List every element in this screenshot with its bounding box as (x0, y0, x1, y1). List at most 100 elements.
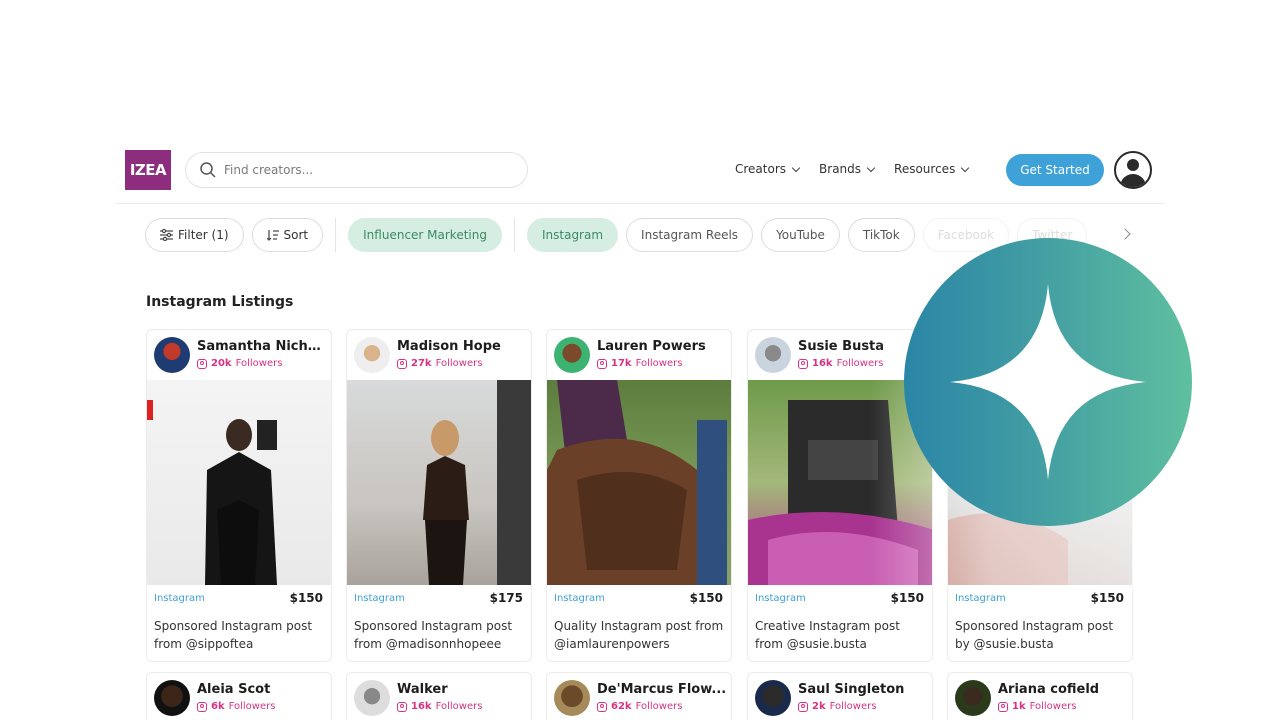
creator-name: Aleia Scot (197, 682, 271, 697)
follower-value: 16k (812, 358, 833, 369)
follower-value: 62k (611, 701, 632, 712)
nav-resources[interactable]: Resources (894, 162, 970, 176)
listing-description: Sponsored Instagram post from @sippoftea (147, 613, 331, 661)
follower-value: 20k (211, 358, 232, 369)
card-meta: Instagram $175 (347, 585, 531, 613)
follower-count: 20k Followers (197, 358, 282, 369)
listing-card[interactable]: Ariana cofield 1k Followers (947, 672, 1133, 720)
desc-line-1: Creative Instagram post (755, 619, 900, 633)
chip-youtube[interactable]: YouTube (761, 218, 840, 252)
top-navigation-bar: IZEA Creators Brands Resources Get Start… (115, 140, 1165, 204)
listing-image (147, 380, 331, 585)
follower-count: 16k Followers (397, 701, 482, 712)
follower-suffix: Followers (435, 358, 483, 369)
avatar (154, 680, 190, 716)
card-header: De'Marcus Flow... 62k Followers (547, 673, 731, 720)
search-input[interactable] (224, 163, 504, 177)
sort-icon (266, 230, 279, 241)
user-avatar-icon[interactable] (1114, 151, 1152, 189)
sort-button[interactable]: Sort (251, 218, 324, 252)
chevron-down-icon (961, 163, 970, 172)
follower-value: 16k (411, 701, 432, 712)
price: $150 (1090, 591, 1124, 605)
filter-button[interactable]: Filter (1) (145, 218, 244, 252)
listing-card[interactable]: Saul Singleton 2k Followers (747, 672, 933, 720)
card-meta: Instagram $150 (147, 585, 331, 613)
listing-card[interactable]: Lauren Powers 17k Followers Instagram $15… (546, 329, 732, 662)
nav-brands[interactable]: Brands (819, 162, 876, 176)
listing-description: Sponsored Instagram post from @madisonnho… (347, 613, 531, 661)
listing-card[interactable]: Aleia Scot 6k Followers (146, 672, 332, 720)
listing-description: Quality Instagram post from @iamlaurenpow… (547, 613, 731, 661)
platform-label: Instagram (955, 593, 1006, 604)
instagram-icon (197, 358, 207, 369)
avatar (354, 337, 390, 373)
desc-line-1: Sponsored Instagram post (354, 619, 513, 633)
desc-line-1: Sponsored Instagram post (154, 619, 313, 633)
instagram-icon (197, 701, 207, 712)
section-title: Instagram Listings (146, 294, 294, 310)
creator-name: Lauren Powers (597, 339, 706, 354)
listing-card[interactable]: De'Marcus Flow... 62k Followers (546, 672, 732, 720)
filter-icon (160, 229, 173, 241)
instagram-icon (597, 358, 607, 369)
creator-name: Walker (397, 682, 448, 697)
creator-name: Madison Hope (397, 339, 501, 354)
follower-value: 17k (611, 358, 632, 369)
follower-suffix: Followers (635, 701, 683, 712)
chip-instagram-reels[interactable]: Instagram Reels (626, 218, 754, 252)
card-header: Aleia Scot 6k Followers (147, 673, 331, 720)
follower-suffix: Followers (235, 358, 283, 369)
follower-count: 27k Followers (397, 358, 482, 369)
listing-photo-art (423, 380, 531, 585)
follower-value: 6k (211, 701, 225, 712)
follower-suffix: Followers (228, 701, 276, 712)
avatar (755, 337, 791, 373)
izea-logo[interactable]: IZEA (125, 150, 171, 190)
desc-line-2: from @susie.busta (755, 637, 867, 651)
divider (513, 218, 515, 252)
follower-suffix: Followers (635, 358, 683, 369)
nav-brands-label: Brands (819, 162, 862, 176)
price: $150 (289, 591, 323, 605)
platform-label: Instagram (354, 593, 405, 604)
chevron-down-icon (791, 163, 801, 172)
follower-count: 1k Followers (998, 701, 1076, 712)
follower-count: 16k Followers (798, 358, 883, 369)
listing-description: Creative Instagram post from @susie.busta (748, 613, 932, 661)
listing-card[interactable]: Walker 16k Followers (346, 672, 532, 720)
listing-card[interactable]: Madison Hope 27k Followers Instagram $175… (346, 329, 532, 662)
avatar-body (1120, 174, 1146, 187)
nav-creators[interactable]: Creators (735, 162, 801, 176)
desc-line-1: Sponsored Instagram post (955, 619, 1114, 633)
card-header: Walker 16k Followers (347, 673, 531, 720)
card-header: Ariana cofield 1k Followers (948, 673, 1132, 720)
instagram-icon (998, 701, 1008, 712)
chip-influencer-marketing[interactable]: Influencer Marketing (348, 218, 502, 252)
follower-count: 2k Followers (798, 701, 876, 712)
desc-line-1: Quality Instagram post from (554, 619, 724, 633)
main-nav: Creators Brands Resources (735, 162, 970, 176)
follower-value: 1k (1012, 701, 1026, 712)
follower-count: 6k Followers (197, 701, 275, 712)
sparkle-icon (950, 284, 1146, 480)
instagram-icon (397, 358, 407, 369)
avatar (554, 337, 590, 373)
creator-name: Ariana cofield (998, 682, 1100, 697)
follower-value: 2k (812, 701, 826, 712)
get-started-button[interactable]: Get Started (1006, 154, 1104, 186)
desc-line-2: from @sippoftea (154, 637, 254, 651)
sparkle-badge (904, 238, 1192, 526)
chip-instagram[interactable]: Instagram (526, 218, 619, 252)
card-header: Madison Hope 27k Followers (347, 330, 531, 380)
search-icon (200, 162, 216, 178)
filter-label: Filter (1) (178, 228, 229, 242)
price: $175 (489, 591, 523, 605)
follower-suffix: Followers (829, 701, 877, 712)
card-header: Saul Singleton 2k Followers (748, 673, 932, 720)
desc-line-2: @iamlaurenpowers (554, 637, 670, 651)
listing-card[interactable]: Samantha Nichol... 20k Followers Instagra… (146, 329, 332, 662)
desc-line-2: by @susie.busta (955, 637, 1054, 651)
follower-suffix: Followers (1029, 701, 1077, 712)
search-box[interactable] (185, 152, 528, 188)
